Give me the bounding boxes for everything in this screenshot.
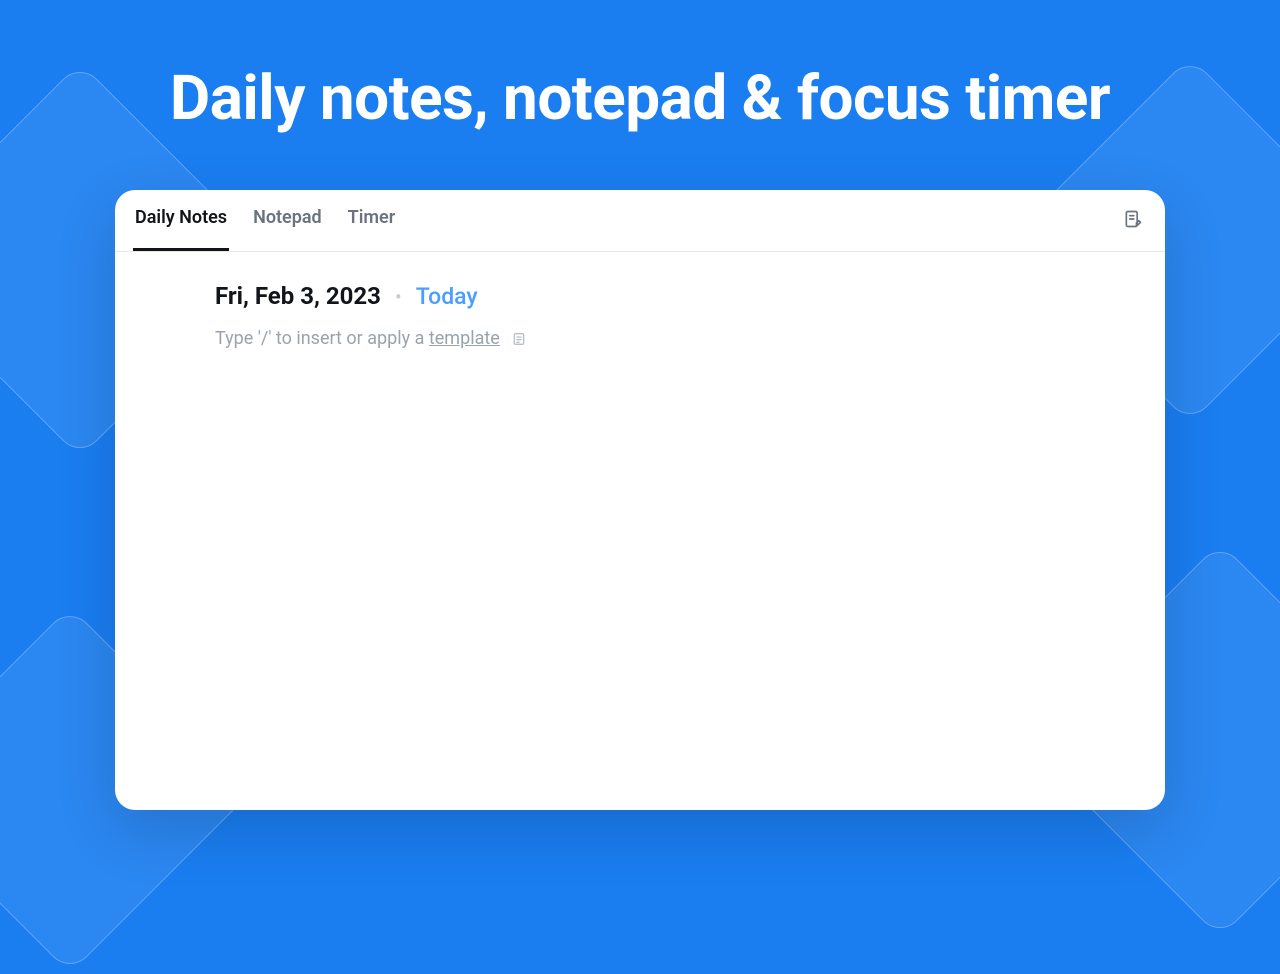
tab-daily-notes[interactable]: Daily Notes — [133, 209, 229, 251]
template-link[interactable]: template — [429, 328, 500, 349]
tab-label: Daily Notes — [135, 209, 227, 227]
header-actions — [1119, 207, 1147, 235]
hero-title: Daily notes, notepad & focus timer — [0, 62, 1280, 135]
card-header: Daily Notes Notepad Timer — [115, 190, 1165, 252]
note-content[interactable]: Fri, Feb 3, 2023 • Today Type '/' to ins… — [115, 252, 1165, 349]
tab-notepad[interactable]: Notepad — [251, 209, 324, 251]
date-row: Fri, Feb 3, 2023 • Today — [215, 282, 1065, 310]
placeholder-prefix: Type '/' to insert or apply a — [215, 328, 429, 349]
notes-edit-button[interactable] — [1119, 207, 1147, 235]
note-date: Fri, Feb 3, 2023 — [215, 282, 381, 310]
template-icon — [510, 330, 528, 348]
app-card: Daily Notes Notepad Timer — [115, 190, 1165, 810]
notes-edit-icon — [1123, 209, 1143, 233]
tabs: Daily Notes Notepad Timer — [133, 190, 397, 251]
tab-timer[interactable]: Timer — [346, 209, 398, 251]
tab-label: Notepad — [253, 209, 322, 227]
tab-label: Timer — [348, 209, 396, 227]
separator-dot: • — [395, 287, 402, 307]
today-label: Today — [416, 283, 478, 310]
placeholder-text: Type '/' to insert or apply a template — [215, 328, 500, 349]
editor-placeholder[interactable]: Type '/' to insert or apply a template — [215, 328, 1065, 349]
